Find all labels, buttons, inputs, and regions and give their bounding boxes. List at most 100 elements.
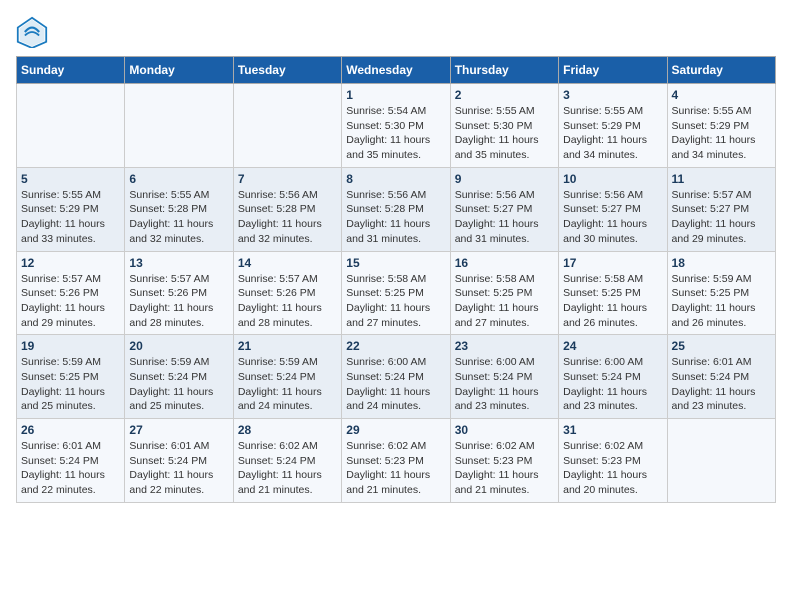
day-info: Sunrise: 5:58 AM Sunset: 5:25 PM Dayligh… [346, 272, 445, 331]
day-number: 17 [563, 256, 662, 270]
header-day: Saturday [667, 57, 775, 84]
day-number: 24 [563, 339, 662, 353]
day-number: 21 [238, 339, 337, 353]
calendar-cell: 30 Sunrise: 6:02 AM Sunset: 5:23 PM Dayli… [450, 419, 558, 503]
calendar-cell: 18Sunrise: 5:59 AM Sunset: 5:25 PM Dayli… [667, 251, 775, 335]
day-info: Sunrise: 5:58 AM Sunset: 5:25 PM Dayligh… [455, 272, 554, 331]
calendar-cell: 8 Sunrise: 5:56 AM Sunset: 5:28 PM Daylig… [342, 167, 450, 251]
calendar-cell: 29 Sunrise: 6:02 AM Sunset: 5:23 PM Dayli… [342, 419, 450, 503]
day-info: Sunrise: 5:59 AM Sunset: 5:24 PM Dayligh… [129, 355, 228, 414]
day-number: 12 [21, 256, 120, 270]
day-number: 5 [21, 172, 120, 186]
header-row: SundayMondayTuesdayWednesdayThursdayFrid… [17, 57, 776, 84]
calendar-cell: 24 Sunrise: 6:00 AM Sunset: 5:24 PM Dayli… [559, 335, 667, 419]
day-number: 25 [672, 339, 771, 353]
day-number: 20 [129, 339, 228, 353]
day-number: 7 [238, 172, 337, 186]
day-info: Sunrise: 5:59 AM Sunset: 5:25 PM Dayligh… [21, 355, 120, 414]
calendar-cell: 21 Sunrise: 5:59 AM Sunset: 5:24 PM Dayli… [233, 335, 341, 419]
calendar-cell: 15 Sunrise: 5:58 AM Sunset: 5:25 PM Dayli… [342, 251, 450, 335]
header-day: Thursday [450, 57, 558, 84]
calendar-cell: 10Sunrise: 5:56 AM Sunset: 5:27 PM Dayli… [559, 167, 667, 251]
day-info: Sunrise: 5:55 AM Sunset: 5:30 PM Dayligh… [455, 104, 554, 163]
calendar-week: 5 Sunrise: 5:55 AM Sunset: 5:29 PM Daylig… [17, 167, 776, 251]
calendar-cell: 4 Sunrise: 5:55 AM Sunset: 5:29 PM Daylig… [667, 84, 775, 168]
day-info: Sunrise: 5:55 AM Sunset: 5:29 PM Dayligh… [563, 104, 662, 163]
day-number: 13 [129, 256, 228, 270]
day-info: Sunrise: 5:55 AM Sunset: 5:28 PM Dayligh… [129, 188, 228, 247]
calendar-cell: 12 Sunrise: 5:57 AM Sunset: 5:26 PM Dayli… [17, 251, 125, 335]
day-number: 19 [21, 339, 120, 353]
calendar-week: 12 Sunrise: 5:57 AM Sunset: 5:26 PM Dayli… [17, 251, 776, 335]
day-info: Sunrise: 6:02 AM Sunset: 5:23 PM Dayligh… [455, 439, 554, 498]
calendar-cell: 1 Sunrise: 5:54 AM Sunset: 5:30 PM Daylig… [342, 84, 450, 168]
calendar-cell: 16 Sunrise: 5:58 AM Sunset: 5:25 PM Dayli… [450, 251, 558, 335]
day-info: Sunrise: 5:54 AM Sunset: 5:30 PM Dayligh… [346, 104, 445, 163]
calendar-cell [125, 84, 233, 168]
day-info: Sunrise: 6:02 AM Sunset: 5:24 PM Dayligh… [238, 439, 337, 498]
day-info: Sunrise: 5:59 AM Sunset: 5:24 PM Dayligh… [238, 355, 337, 414]
day-info: Sunrise: 5:56 AM Sunset: 5:28 PM Dayligh… [346, 188, 445, 247]
calendar-cell: 5 Sunrise: 5:55 AM Sunset: 5:29 PM Daylig… [17, 167, 125, 251]
calendar-body: 1 Sunrise: 5:54 AM Sunset: 5:30 PM Daylig… [17, 84, 776, 503]
day-number: 29 [346, 423, 445, 437]
calendar-cell: 13 Sunrise: 5:57 AM Sunset: 5:26 PM Dayli… [125, 251, 233, 335]
calendar-cell: 28 Sunrise: 6:02 AM Sunset: 5:24 PM Dayli… [233, 419, 341, 503]
day-number: 28 [238, 423, 337, 437]
day-info: Sunrise: 6:00 AM Sunset: 5:24 PM Dayligh… [563, 355, 662, 414]
day-number: 9 [455, 172, 554, 186]
day-number: 31 [563, 423, 662, 437]
day-number: 16 [455, 256, 554, 270]
day-info: Sunrise: 5:55 AM Sunset: 5:29 PM Dayligh… [672, 104, 771, 163]
day-number: 4 [672, 88, 771, 102]
calendar-week: 19 Sunrise: 5:59 AM Sunset: 5:25 PM Dayli… [17, 335, 776, 419]
day-info: Sunrise: 5:56 AM Sunset: 5:28 PM Dayligh… [238, 188, 337, 247]
day-number: 15 [346, 256, 445, 270]
page-header [16, 16, 776, 48]
day-number: 30 [455, 423, 554, 437]
calendar-cell: 27 Sunrise: 6:01 AM Sunset: 5:24 PM Dayli… [125, 419, 233, 503]
day-info: Sunrise: 6:02 AM Sunset: 5:23 PM Dayligh… [346, 439, 445, 498]
day-number: 27 [129, 423, 228, 437]
calendar-week: 26Sunrise: 6:01 AM Sunset: 5:24 PM Dayli… [17, 419, 776, 503]
day-info: Sunrise: 5:56 AM Sunset: 5:27 PM Dayligh… [563, 188, 662, 247]
calendar-cell: 7 Sunrise: 5:56 AM Sunset: 5:28 PM Daylig… [233, 167, 341, 251]
calendar-cell: 22 Sunrise: 6:00 AM Sunset: 5:24 PM Dayli… [342, 335, 450, 419]
day-info: Sunrise: 5:57 AM Sunset: 5:26 PM Dayligh… [21, 272, 120, 331]
day-info: Sunrise: 5:57 AM Sunset: 5:26 PM Dayligh… [129, 272, 228, 331]
day-info: Sunrise: 6:00 AM Sunset: 5:24 PM Dayligh… [455, 355, 554, 414]
calendar-cell: 26Sunrise: 6:01 AM Sunset: 5:24 PM Dayli… [17, 419, 125, 503]
day-info: Sunrise: 6:02 AM Sunset: 5:23 PM Dayligh… [563, 439, 662, 498]
calendar-cell: 3Sunrise: 5:55 AM Sunset: 5:29 PM Daylig… [559, 84, 667, 168]
logo [16, 16, 52, 48]
day-info: Sunrise: 6:01 AM Sunset: 5:24 PM Dayligh… [129, 439, 228, 498]
day-number: 14 [238, 256, 337, 270]
calendar-cell: 20 Sunrise: 5:59 AM Sunset: 5:24 PM Dayli… [125, 335, 233, 419]
calendar-header: SundayMondayTuesdayWednesdayThursdayFrid… [17, 57, 776, 84]
day-info: Sunrise: 5:57 AM Sunset: 5:27 PM Dayligh… [672, 188, 771, 247]
calendar-cell: 11Sunrise: 5:57 AM Sunset: 5:27 PM Dayli… [667, 167, 775, 251]
calendar-cell: 9 Sunrise: 5:56 AM Sunset: 5:27 PM Daylig… [450, 167, 558, 251]
day-info: Sunrise: 6:01 AM Sunset: 5:24 PM Dayligh… [672, 355, 771, 414]
day-number: 6 [129, 172, 228, 186]
day-info: Sunrise: 5:55 AM Sunset: 5:29 PM Dayligh… [21, 188, 120, 247]
day-info: Sunrise: 6:00 AM Sunset: 5:24 PM Dayligh… [346, 355, 445, 414]
day-info: Sunrise: 5:56 AM Sunset: 5:27 PM Dayligh… [455, 188, 554, 247]
day-number: 1 [346, 88, 445, 102]
day-number: 8 [346, 172, 445, 186]
calendar-cell: 19 Sunrise: 5:59 AM Sunset: 5:25 PM Dayli… [17, 335, 125, 419]
calendar-cell: 14 Sunrise: 5:57 AM Sunset: 5:26 PM Dayli… [233, 251, 341, 335]
day-number: 22 [346, 339, 445, 353]
calendar-cell [233, 84, 341, 168]
calendar-cell: 31 Sunrise: 6:02 AM Sunset: 5:23 PM Dayli… [559, 419, 667, 503]
calendar-cell [667, 419, 775, 503]
calendar-table: SundayMondayTuesdayWednesdayThursdayFrid… [16, 56, 776, 503]
day-info: Sunrise: 5:59 AM Sunset: 5:25 PM Dayligh… [672, 272, 771, 331]
calendar-cell: 6 Sunrise: 5:55 AM Sunset: 5:28 PM Daylig… [125, 167, 233, 251]
logo-icon [16, 16, 48, 48]
day-info: Sunrise: 5:58 AM Sunset: 5:25 PM Dayligh… [563, 272, 662, 331]
calendar-cell: 17 Sunrise: 5:58 AM Sunset: 5:25 PM Dayli… [559, 251, 667, 335]
day-info: Sunrise: 5:57 AM Sunset: 5:26 PM Dayligh… [238, 272, 337, 331]
header-day: Monday [125, 57, 233, 84]
header-day: Tuesday [233, 57, 341, 84]
